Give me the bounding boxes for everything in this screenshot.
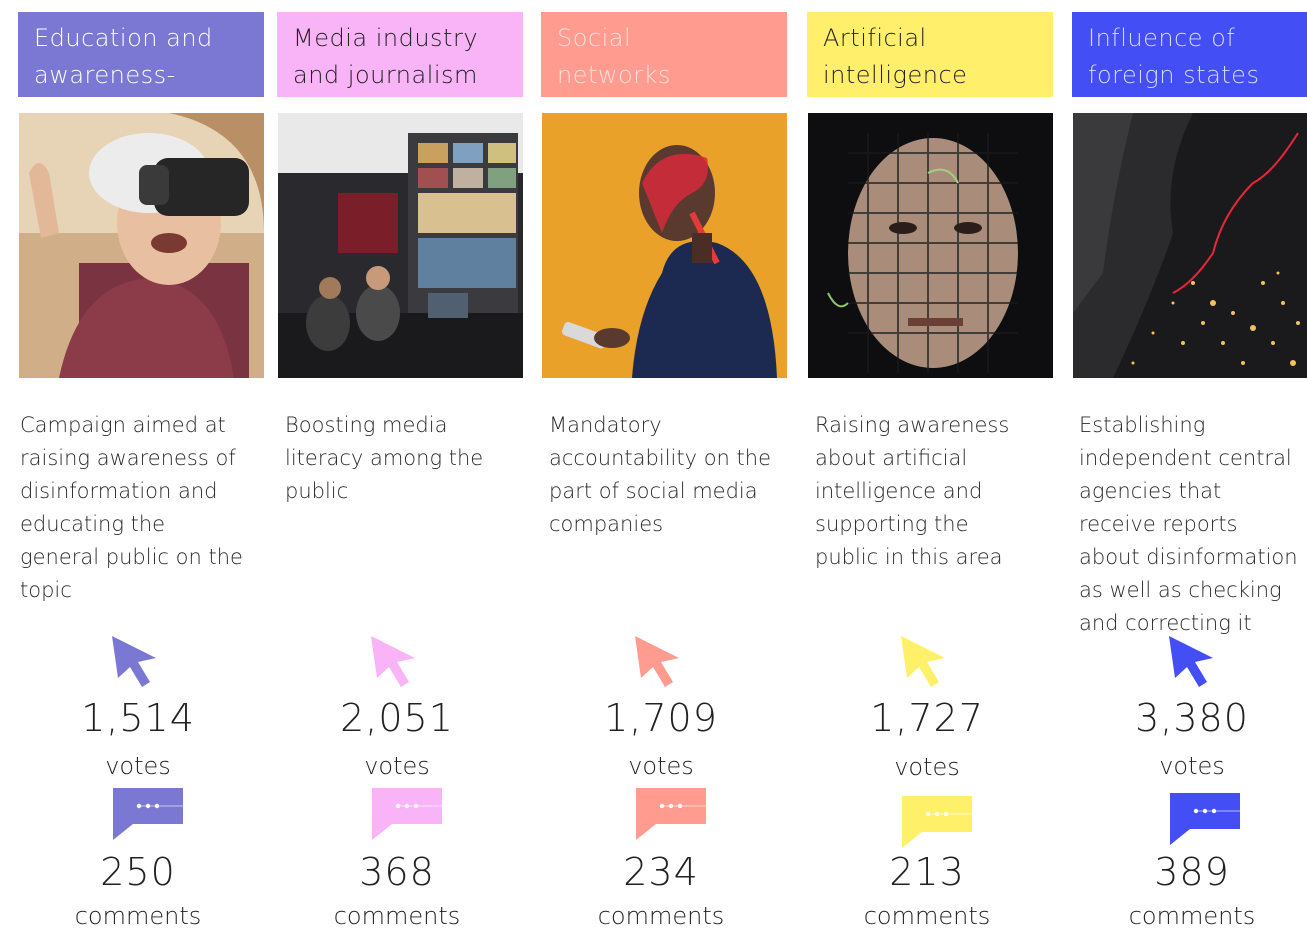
- comment-bubble-icon[interactable]: [902, 796, 972, 848]
- topic-card-media: Media industry and journalism Boosting m…: [277, 0, 523, 930]
- card-header: Influence of foreign states: [1072, 12, 1307, 97]
- description-line: public in this area: [815, 545, 1003, 569]
- topic-card-ai: Artificial intelligence Raising awarenes…: [807, 0, 1053, 930]
- description-line: general public on the: [20, 545, 243, 569]
- description-line: disinformation and: [20, 479, 218, 503]
- card-description: Campaign aimed at raising awareness of d…: [20, 409, 270, 607]
- card-title-line: Artificial: [823, 24, 927, 52]
- description-line: agencies that: [1079, 479, 1222, 503]
- votes-count: 1,514: [81, 696, 195, 740]
- votes-label: votes: [1159, 752, 1225, 780]
- description-line: accountability on the: [549, 446, 771, 470]
- description-line: part of social media: [549, 479, 758, 503]
- comment-bubble-icon[interactable]: [1170, 793, 1240, 845]
- comments-label: comments: [333, 902, 461, 930]
- topic-card-social: Social networks Mandatory accountability…: [541, 0, 787, 930]
- card-image: [542, 113, 787, 378]
- card-description: Mandatory accountability on the part of …: [549, 409, 799, 541]
- card-title-line: Media industry: [293, 24, 479, 52]
- topic-card-foreign: Influence of foreign states Establishing…: [1072, 0, 1307, 930]
- comments-count: 389: [1154, 850, 1230, 894]
- description-line: about artificial: [815, 446, 968, 470]
- card-title-line: and journalism: [293, 61, 478, 89]
- comment-bubble-icon[interactable]: [113, 788, 183, 840]
- description-line: public: [285, 479, 349, 503]
- comments-count: 368: [359, 850, 435, 894]
- votes-count: 2,051: [340, 696, 454, 740]
- description-line: as well as checking: [1079, 578, 1282, 602]
- votes-label: votes: [894, 753, 960, 781]
- card-title-line: Social: [557, 24, 632, 52]
- card-description: Raising awareness about artificial intel…: [815, 409, 1065, 574]
- votes-label: votes: [105, 752, 171, 780]
- card-description: Boosting media literacy among the public: [285, 409, 535, 508]
- card-header: Social networks: [541, 12, 787, 97]
- card-image: [19, 113, 264, 378]
- card-description: Establishing independent central agencie…: [1079, 409, 1307, 640]
- description-line: Boosting media: [285, 413, 448, 437]
- vote-cursor-icon[interactable]: [635, 636, 681, 688]
- comments-count: 213: [889, 850, 965, 894]
- card-title-line: networks: [557, 61, 671, 89]
- comments-label: comments: [1128, 902, 1256, 930]
- card-title-line: intelligence: [823, 61, 968, 89]
- votes-label: votes: [364, 752, 430, 780]
- description-line: Campaign aimed at: [20, 413, 226, 437]
- comment-bubble-icon[interactable]: [372, 788, 442, 840]
- card-image: [808, 113, 1053, 378]
- comments-count: 250: [100, 850, 176, 894]
- votes-count: 3,380: [1135, 696, 1249, 740]
- description-line: Mandatory: [549, 413, 662, 437]
- card-title-line: Influence of: [1088, 24, 1236, 52]
- description-line: about disinformation: [1079, 545, 1298, 569]
- comments-label: comments: [597, 902, 725, 930]
- description-line: Raising awareness: [815, 413, 1010, 437]
- comment-bubble-icon[interactable]: [636, 788, 706, 840]
- vote-cursor-icon[interactable]: [371, 636, 417, 688]
- comments-label: comments: [74, 902, 202, 930]
- topic-card-education: Education and awareness- Campaign aimed …: [18, 0, 264, 930]
- description-line: receive reports: [1079, 512, 1238, 536]
- description-line: Establishing: [1079, 413, 1206, 437]
- description-line: topic: [20, 578, 72, 602]
- vote-cursor-icon[interactable]: [901, 636, 947, 688]
- votes-label: votes: [628, 752, 694, 780]
- description-line: companies: [549, 512, 664, 536]
- description-line: educating the: [20, 512, 166, 536]
- card-header: Media industry and journalism: [277, 12, 523, 97]
- vote-cursor-icon[interactable]: [112, 636, 158, 688]
- card-image: [1073, 113, 1307, 378]
- votes-count: 1,727: [870, 696, 984, 740]
- card-header: Artificial intelligence: [807, 12, 1053, 97]
- description-line: supporting the: [815, 512, 969, 536]
- comments-label: comments: [863, 902, 991, 930]
- comments-count: 234: [623, 850, 699, 894]
- card-image: [278, 113, 523, 378]
- card-title-line: awareness-: [34, 61, 176, 89]
- card-title-line: Education and: [34, 24, 213, 52]
- vote-cursor-icon[interactable]: [1169, 636, 1215, 688]
- description-line: independent central: [1079, 446, 1292, 470]
- description-line: literacy among the: [285, 446, 484, 470]
- description-line: raising awareness of: [20, 446, 236, 470]
- card-header: Education and awareness-: [18, 12, 264, 97]
- votes-count: 1,709: [604, 696, 718, 740]
- card-title-line: foreign states: [1088, 61, 1260, 89]
- description-line: intelligence and: [815, 479, 983, 503]
